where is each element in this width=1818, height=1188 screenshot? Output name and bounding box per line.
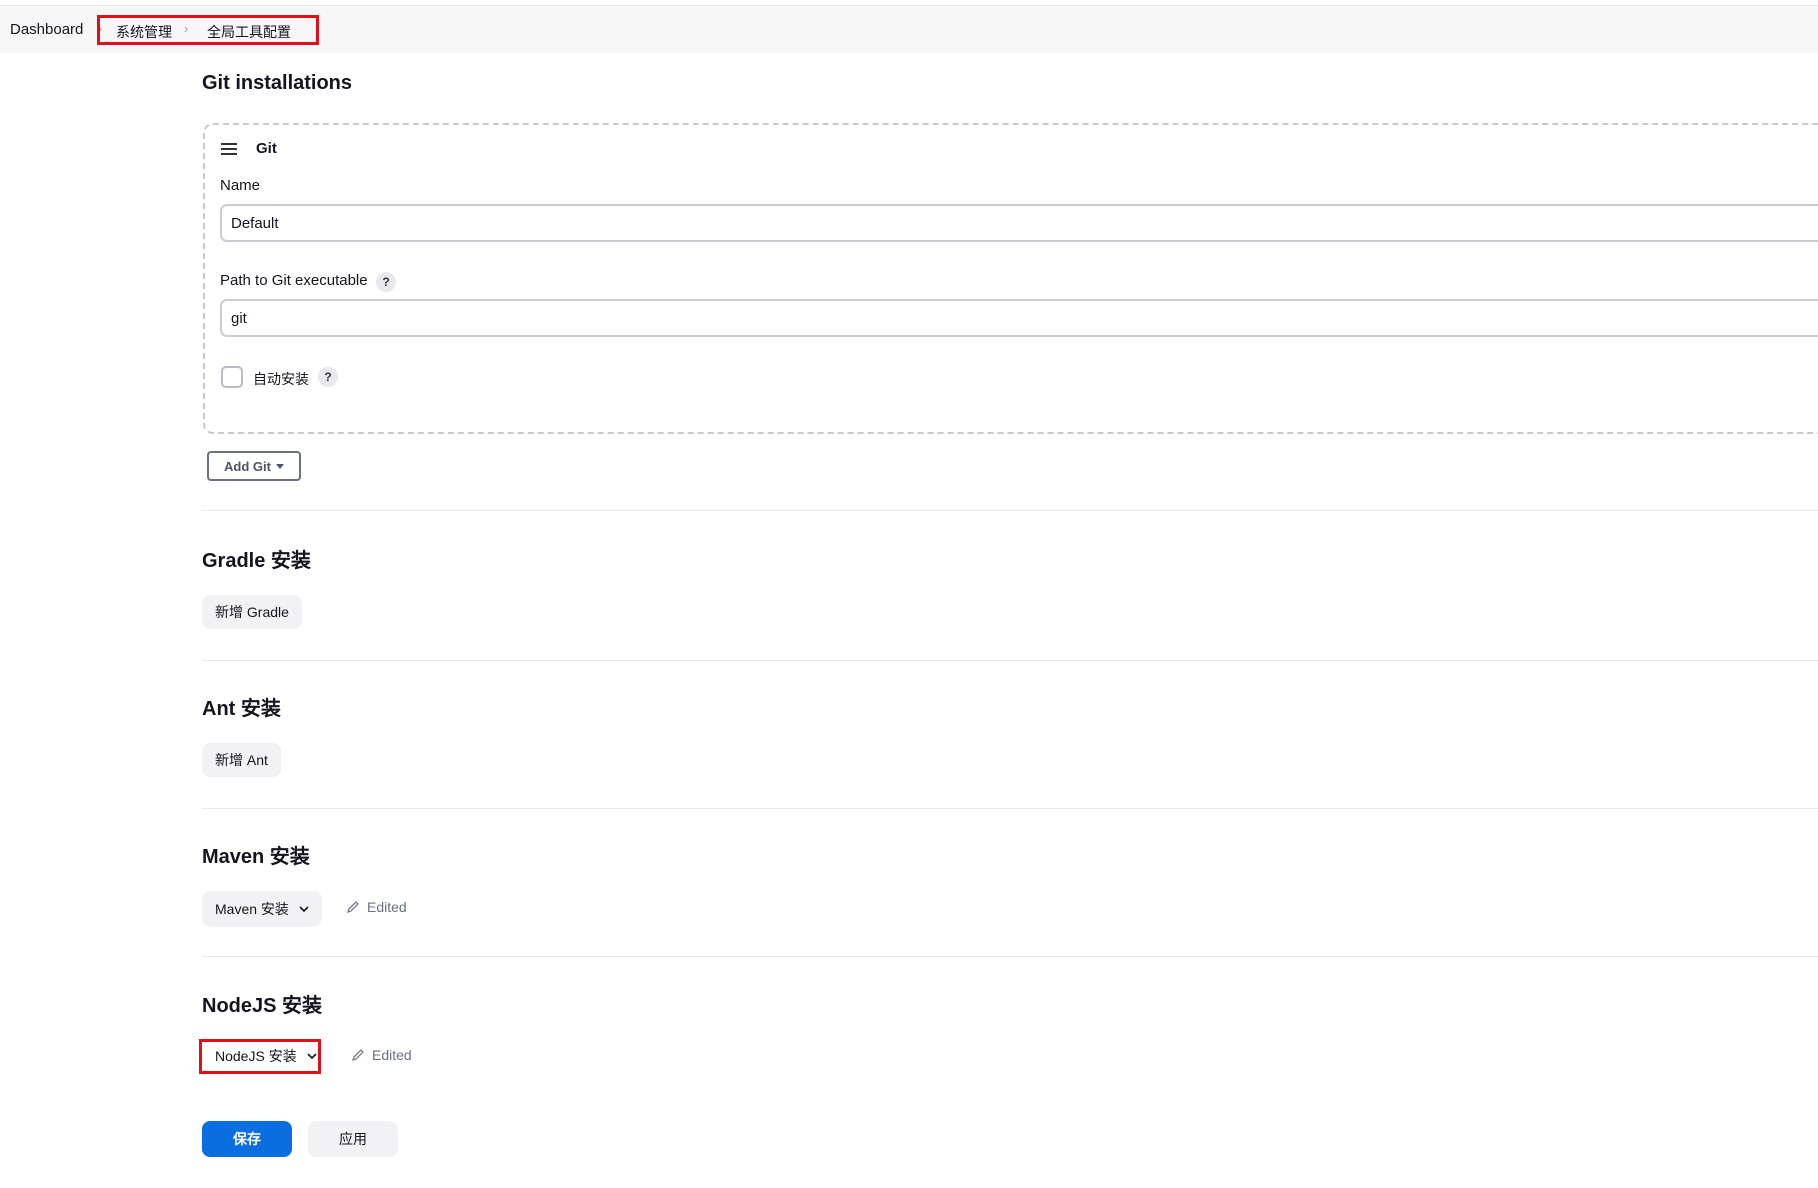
save-button[interactable]: 保存 [202,1121,292,1157]
chevron-down-icon [307,1053,317,1060]
nodejs-dropdown-label: NodeJS 安装 [215,1048,297,1064]
path-label: Path to Git executable [220,272,368,289]
nodejs-section-title: NodeJS 安装 [202,995,323,1017]
breadcrumb-dashboard[interactable]: Dashboard [10,21,83,38]
maven-section-title: Maven 安装 [202,846,310,868]
maven-edited-text: Edited [367,899,407,915]
maven-edited-status: Edited [346,899,407,915]
apply-button[interactable]: 应用 [308,1121,398,1157]
pencil-icon [352,1049,364,1061]
caret-down-icon [275,463,284,469]
divider [202,660,1818,661]
divider [202,956,1818,957]
help-icon[interactable]: ? [318,367,338,387]
ant-section-title: Ant 安装 [202,698,281,720]
maven-install-dropdown[interactable]: Maven 安装 [202,891,322,927]
add-git-button[interactable]: Add Git [207,451,301,481]
nodejs-install-dropdown[interactable]: NodeJS 安装 [202,1038,330,1074]
nodejs-edited-status: Edited [351,1047,412,1063]
breadcrumb-global-tool-config[interactable]: 全局工具配置 [207,22,291,42]
add-ant-button[interactable]: 新增 Ant [202,743,281,777]
chevron-right-icon: › [184,21,189,36]
divider [202,510,1818,511]
add-git-label: Add Git [224,458,271,474]
name-label: Name [220,177,261,194]
pencil-icon [347,901,359,913]
breadcrumb: Dashboard › 系统管理 › 全局工具配置 [0,7,1818,53]
divider [202,808,1818,809]
top-border [0,0,1818,6]
git-section-title: Git installations [202,72,353,94]
git-path-input[interactable] [220,299,1818,337]
git-entry-title: Git [256,140,277,157]
drag-handle-icon[interactable] [221,143,237,155]
git-installation-entry [203,123,1818,434]
maven-dropdown-label: Maven 安装 [215,901,289,917]
chevron-down-icon [299,906,309,913]
breadcrumb-system-management[interactable]: 系统管理 [116,22,172,42]
auto-install-label: 自动安装 [253,371,309,387]
name-input[interactable] [220,204,1818,242]
auto-install-checkbox[interactable] [221,366,243,388]
gradle-section-title: Gradle 安装 [202,550,311,572]
nodejs-edited-text: Edited [372,1047,412,1063]
add-gradle-button[interactable]: 新增 Gradle [202,595,302,629]
help-icon[interactable]: ? [376,272,396,292]
